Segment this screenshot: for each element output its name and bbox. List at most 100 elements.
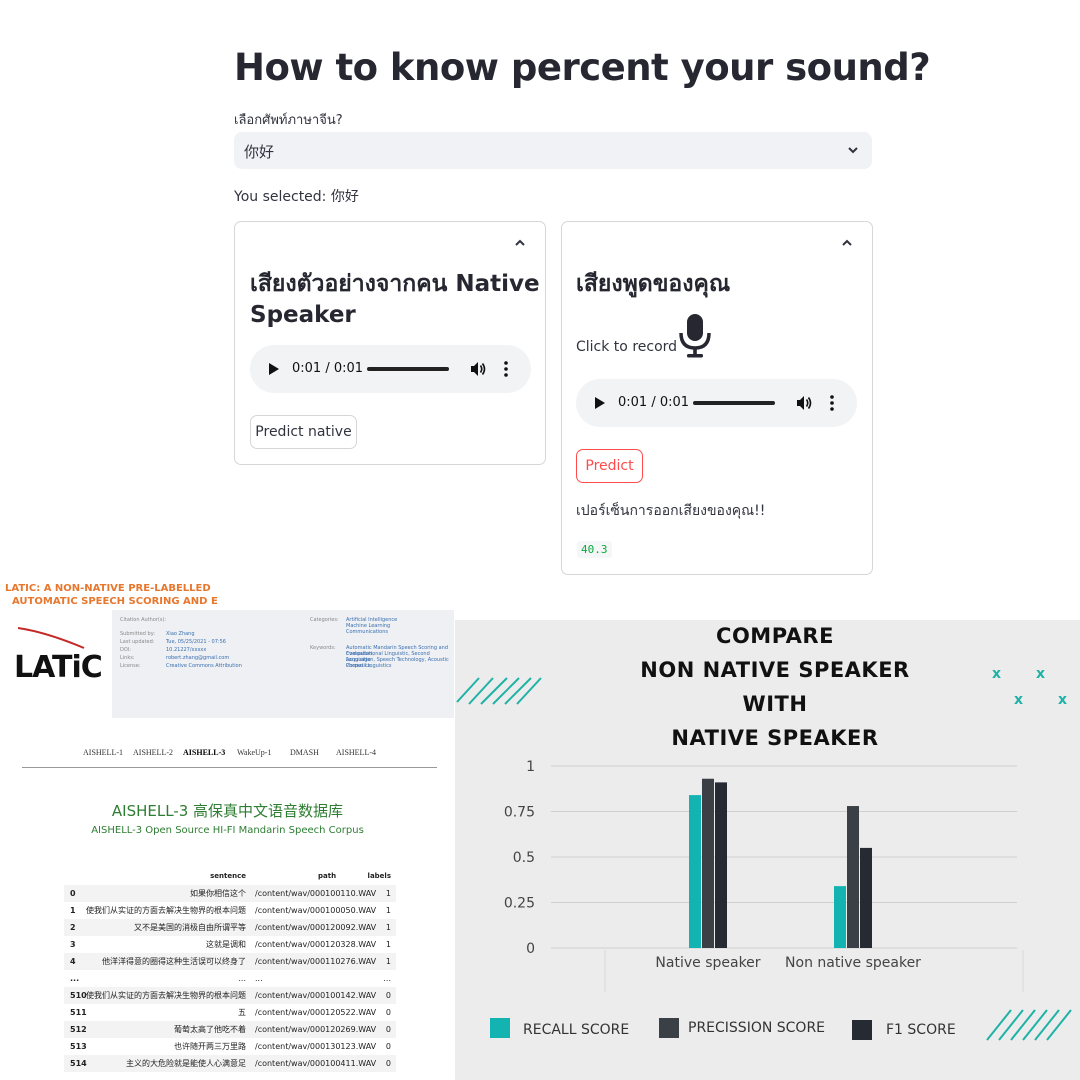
column-header: path [318, 872, 337, 880]
tab-aishell-2[interactable]: AISHELL-2 [133, 748, 173, 757]
row-label: 0 [385, 1042, 391, 1051]
latic-banner-line2: AUTOMATIC SPEECH SCORING AND E [12, 596, 218, 607]
table-row: 1 使我们从实证的方面去解决生物界的根本问题/content/wav/000100… [64, 902, 396, 919]
y-tick-label: 1 [526, 759, 535, 775]
row-label: ... [383, 974, 391, 983]
row-sentence: ... [238, 974, 246, 983]
row-path: /content/wav/000100050.WAV [255, 906, 377, 915]
y-tick-label: 0.5 [513, 850, 535, 866]
vocab-select-label: เลือกศัพท์ภาษาจีน? [234, 113, 343, 128]
aishell-subtitle: AISHELL-3 Open Source HI-FI Mandarin Spe… [91, 825, 364, 836]
play-icon[interactable] [269, 363, 279, 375]
tab-divider [22, 767, 437, 768]
audio-progress-track[interactable] [367, 367, 449, 371]
row-sentence: 他洋洋得意的圈得这种生活误可以终身了 [102, 957, 246, 966]
record-label: Click to record [576, 339, 678, 355]
row-index: 512 [70, 1025, 87, 1034]
tab-dmash[interactable]: DMASH [290, 748, 319, 757]
row-sentence: 五 [238, 1008, 246, 1017]
tab-wakeup-1[interactable]: WakeUp-1 [237, 748, 271, 757]
row-sentence: 使我们从实证的方面去解决生物界的根本问题 [86, 991, 246, 1000]
x-category-label: Non native speaker [785, 955, 921, 971]
meta-key: Submitted by: [120, 631, 155, 637]
aishell-title: AISHELL-3 高保真中文语音数据库 [111, 802, 344, 820]
more-options-icon[interactable] [503, 360, 509, 378]
tab-aishell-4[interactable]: AISHELL-4 [336, 748, 376, 757]
row-label: 0 [385, 1059, 391, 1068]
row-index: 511 [70, 1008, 87, 1017]
meta-key: Keywords: [310, 645, 336, 651]
native-audio-player[interactable]: 0:01 / 0:01 [250, 345, 531, 393]
microphone-icon[interactable] [678, 313, 712, 358]
percent-value: 40.3 [577, 541, 612, 558]
latic-banner-line1: LATIC: A NON-NATIVE PRE-LABELLED [5, 583, 211, 594]
meta-value: Xiao Zhang [166, 631, 195, 637]
hatch-decoration-icon [456, 677, 542, 705]
table-body: 0 如果你相信这个/content/wav/000100110.WAV 1 1 使我们从… [64, 885, 396, 1072]
column-header: sentence [210, 872, 246, 880]
row-index: 510 [70, 991, 87, 1000]
legend-swatch-precision [659, 1018, 679, 1038]
bar-f1-score [860, 847, 872, 948]
meta-value: Creative Commons Attribution [166, 663, 242, 669]
row-path: /content/wav/000130123.WAV [255, 1042, 377, 1051]
row-path: /content/wav/000120328.WAV [255, 940, 377, 949]
tab-aishell-3[interactable]: AISHELL-3 [183, 748, 225, 757]
table-row: 510 使我们从实证的方面去解决生物界的根本问题/content/wav/0001… [64, 987, 396, 1004]
row-index: 4 [70, 957, 76, 966]
row-sentence: 葡萄太高了他吃不着 [174, 1025, 246, 1034]
user-audio-player[interactable]: 0:01 / 0:01 [576, 379, 857, 427]
volume-icon[interactable] [469, 360, 487, 378]
tab-aishell-1[interactable]: AISHELL-1 [83, 748, 123, 757]
bar-precission-score [847, 806, 859, 948]
percent-label: เปอร์เซ็นการออกเสียงของคุณ!! [576, 503, 766, 519]
row-sentence: 这就是调和 [206, 940, 246, 949]
play-icon[interactable] [595, 397, 605, 409]
row-path: /content/wav/000100142.WAV [255, 991, 377, 1000]
row-index: 1 [70, 906, 76, 915]
latic-logo-swoosh [17, 627, 85, 649]
row-path: /content/wav/000120092.WAV [255, 923, 377, 932]
volume-icon[interactable] [795, 394, 813, 412]
table-row: 512 葡萄太高了他吃不着/content/wav/000120269.WAV 0 [64, 1021, 396, 1038]
row-path: /content/wav/000110276.WAV [255, 957, 377, 966]
y-tick-label: 0.75 [504, 805, 535, 821]
chevron-up-icon[interactable] [513, 236, 527, 250]
row-sentence: 使我们从实证的方面去解决生物界的根本问题 [86, 906, 246, 915]
row-sentence: 也许随开两三万里路 [174, 1042, 246, 1051]
latic-logo-text: LATiC [14, 650, 103, 685]
row-label: 1 [385, 940, 391, 949]
y-tick-label: 0 [526, 941, 535, 957]
bar-recall-score [689, 795, 701, 948]
predict-button[interactable]: Predict [576, 449, 643, 483]
table-row: 4 他洋洋得意的圈得这种生活误可以终身了/content/wav/00011027… [64, 953, 396, 970]
native-card-heading: เสียงตัวอย่างจากคน Native Speaker [250, 269, 540, 331]
audio-progress-track[interactable] [693, 401, 775, 405]
predict-native-button[interactable]: Predict native [250, 415, 357, 449]
meta-key: Categories: [310, 617, 339, 623]
latic-metadata: Citation Author(s): Submitted by: Xiao Z… [112, 610, 454, 718]
chevron-up-icon[interactable] [840, 236, 854, 250]
native-heading-line1: เสียงตัวอย่างจากคน Native [250, 271, 540, 297]
more-options-icon[interactable] [829, 394, 835, 412]
meta-value: Communications [346, 629, 389, 635]
vocab-select[interactable]: 你好 [234, 132, 872, 169]
row-label: 0 [385, 1025, 391, 1034]
table-row: 3 这就是调和/content/wav/000120328.WAV 1 [64, 936, 396, 953]
row-path: /content/wav/000120269.WAV [255, 1025, 377, 1034]
row-index: 3 [70, 940, 76, 949]
table-row: 514 主义的大危险就是能使人心满意足/content/wav/000100411… [64, 1055, 396, 1072]
bar-precission-score [702, 778, 714, 948]
native-heading-line2: Speaker [250, 302, 356, 328]
row-path: /content/wav/000120522.WAV [255, 1008, 377, 1017]
meta-value: Corpus Linguistics [346, 663, 392, 669]
row-sentence: 又不是美国的消极自由所谓平等 [134, 923, 246, 932]
meta-key: Citation Author(s): [120, 617, 167, 623]
meta-value: 10.21227/xxxxx [166, 647, 207, 653]
meta-key: License: [120, 663, 141, 669]
row-label: 1 [385, 923, 391, 932]
row-path: ... [255, 974, 263, 983]
legend-label-recall: RECALL SCORE [523, 1022, 630, 1038]
row-index: 513 [70, 1042, 87, 1051]
table-header: sentence path labels [64, 868, 396, 885]
